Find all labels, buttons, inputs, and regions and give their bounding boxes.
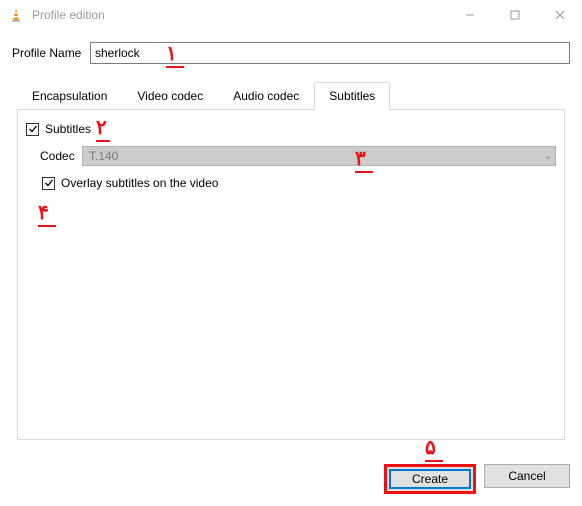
tab-bar: Encapsulation Video codec Audio codec Su… xyxy=(17,82,565,110)
overlay-checkbox-label: Overlay subtitles on the video xyxy=(61,176,218,190)
chevron-down-icon: ⌄ xyxy=(544,152,551,161)
close-button[interactable] xyxy=(537,0,582,30)
minimize-button[interactable] xyxy=(447,0,492,30)
cancel-button[interactable]: Cancel xyxy=(484,464,570,488)
codec-label: Codec xyxy=(40,149,82,163)
subtitles-checkbox[interactable] xyxy=(26,123,39,136)
dialog-footer: Create Cancel xyxy=(384,464,570,494)
tab-subtitles[interactable]: Subtitles xyxy=(314,82,390,110)
window-title: Profile edition xyxy=(32,8,447,22)
create-button[interactable]: Create xyxy=(389,469,471,489)
tab-encapsulation[interactable]: Encapsulation xyxy=(17,82,122,110)
codec-select-value: T.140 xyxy=(89,149,118,163)
titlebar: Profile edition xyxy=(0,0,582,30)
profile-name-input[interactable] xyxy=(90,42,570,64)
tab-video-codec[interactable]: Video codec xyxy=(122,82,218,110)
profile-name-label: Profile Name xyxy=(12,46,90,60)
create-button-highlight: Create xyxy=(384,464,476,494)
vlc-cone-icon xyxy=(8,7,24,23)
tab-audio-codec[interactable]: Audio codec xyxy=(218,82,314,110)
subtitles-checkbox-label: Subtitles xyxy=(45,122,91,136)
subtitles-tab-content: Subtitles Codec T.140 ⌄ Overlay subtitle… xyxy=(17,110,565,440)
maximize-button[interactable] xyxy=(492,0,537,30)
annotation-5: ۵ xyxy=(425,438,443,462)
overlay-checkbox[interactable] xyxy=(42,177,55,190)
codec-select[interactable]: T.140 ⌄ xyxy=(82,146,556,166)
